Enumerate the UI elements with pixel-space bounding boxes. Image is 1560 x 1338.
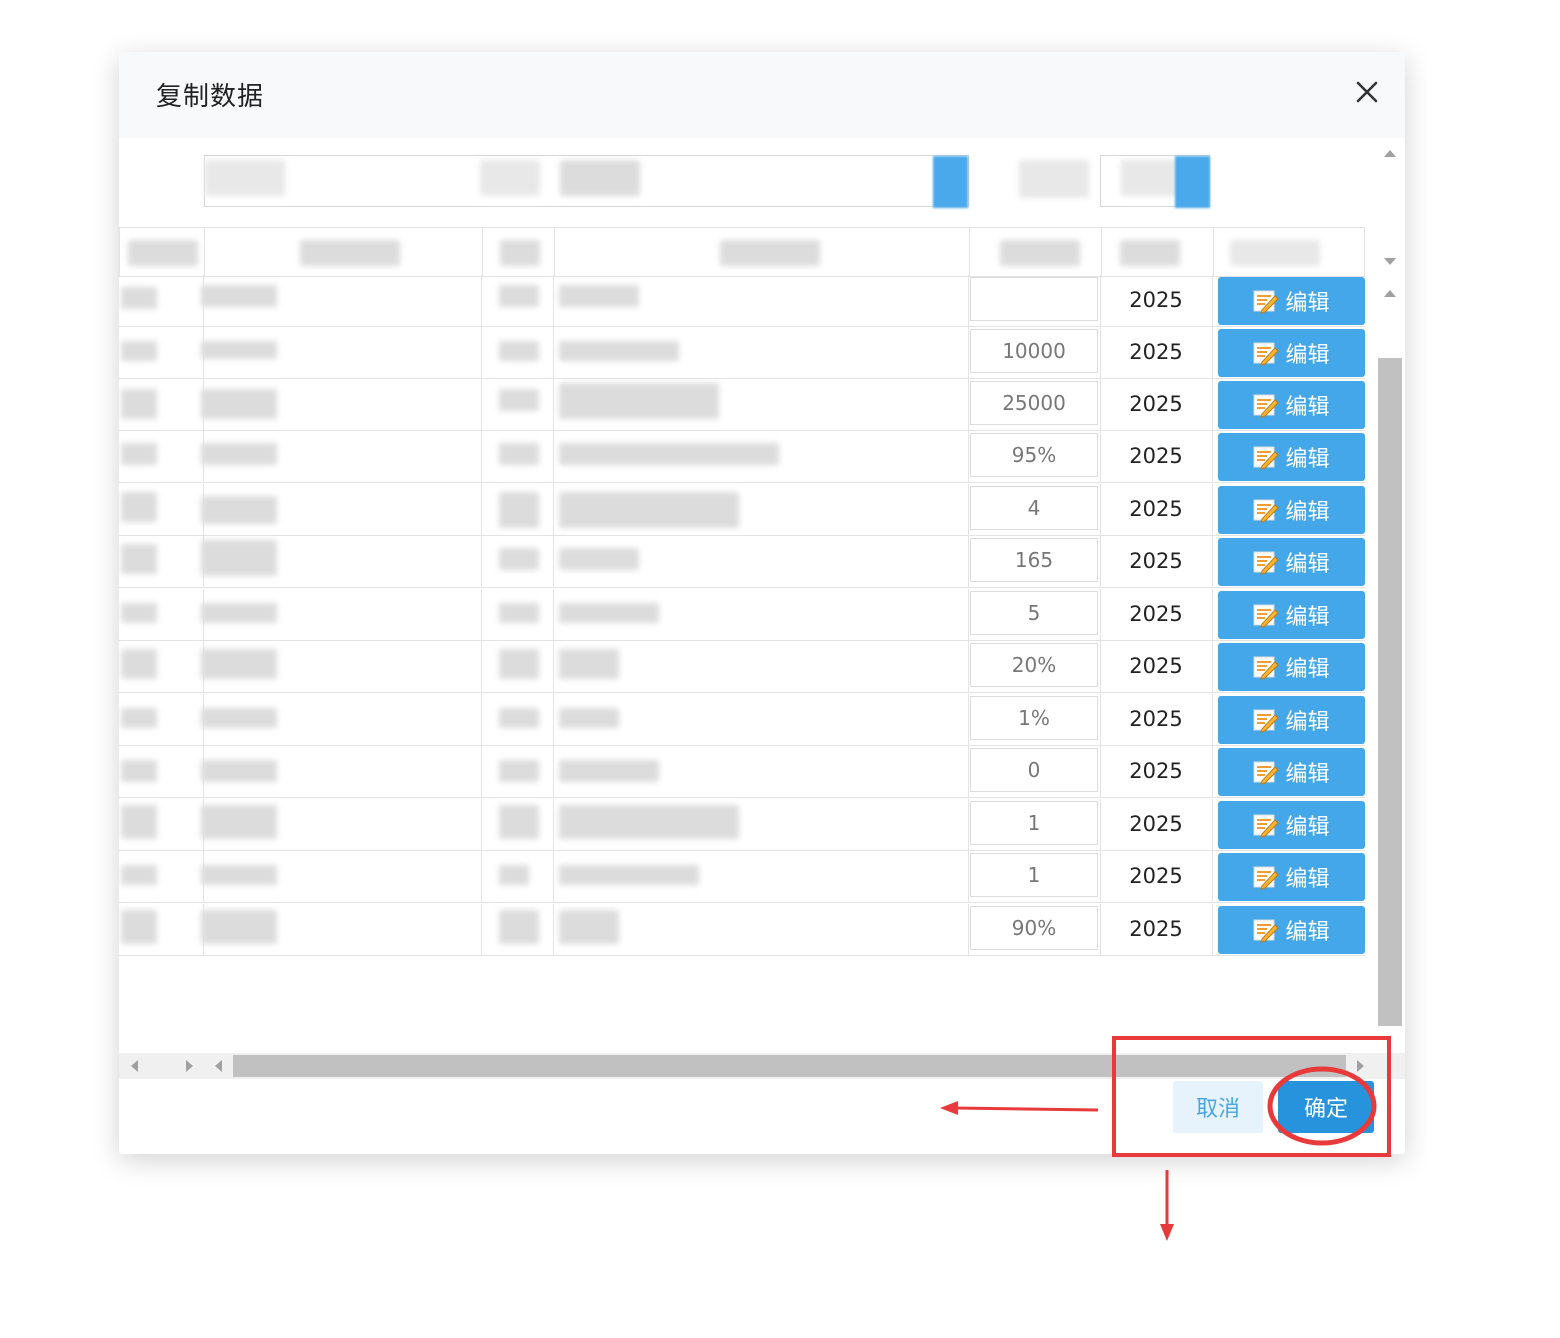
dialog-header: 复制数据 — [119, 52, 1405, 138]
table-row: 90% 2025 编辑 — [119, 904, 1365, 956]
edit-button[interactable]: 编辑 — [1218, 906, 1365, 954]
year-cell: 2025 — [1129, 549, 1183, 573]
edit-button-label: 编辑 — [1285, 815, 1330, 840]
year-cell: 2025 — [1129, 497, 1183, 521]
value-field[interactable]: 1% — [970, 696, 1098, 740]
edit-button-label: 编辑 — [1285, 291, 1330, 316]
edit-icon — [1253, 709, 1280, 733]
year-cell: 2025 — [1129, 392, 1183, 416]
edit-button-label: 编辑 — [1285, 920, 1330, 945]
filter-select[interactable] — [1100, 155, 1210, 208]
table-row: 4 2025 编辑 — [119, 484, 1365, 536]
edit-button-label: 编辑 — [1285, 500, 1330, 525]
year-cell: 2025 — [1129, 340, 1183, 364]
year-cell: 2025 — [1129, 864, 1183, 888]
dialog-title: 复制数据 — [156, 82, 265, 112]
confirm-button[interactable]: 确定 — [1278, 1081, 1374, 1133]
table-row: 20% 2025 编辑 — [119, 641, 1365, 693]
edit-button[interactable]: 编辑 — [1218, 277, 1365, 325]
edit-button[interactable]: 编辑 — [1218, 643, 1365, 691]
table-row: 2025 编辑 — [119, 275, 1365, 327]
edit-button-label: 编辑 — [1285, 657, 1330, 682]
value-field[interactable]: 5 — [970, 591, 1098, 635]
edit-button-label: 编辑 — [1285, 447, 1330, 472]
value-field[interactable]: 25000 — [970, 381, 1098, 425]
edit-icon — [1253, 656, 1280, 680]
value-field[interactable]: 95% — [970, 433, 1098, 477]
value-field[interactable]: 20% — [970, 643, 1098, 687]
horizontal-scroll-thumb[interactable] — [233, 1055, 1346, 1077]
scroll-up-icon[interactable] — [1384, 290, 1396, 297]
scroll-right-icon[interactable] — [186, 1060, 193, 1072]
copy-data-dialog: 复制数据 2025 编辑 10000 2025 编辑 25000 2025 编辑… — [119, 52, 1405, 1154]
edit-button[interactable]: 编辑 — [1218, 433, 1365, 481]
table-row: 5 2025 编辑 — [119, 589, 1365, 641]
table-row: 95% 2025 编辑 — [119, 431, 1365, 483]
edit-button[interactable]: 编辑 — [1218, 381, 1365, 429]
table-row: 1 2025 编辑 — [119, 851, 1365, 903]
annotation-arrow-down-head — [1160, 1224, 1174, 1241]
edit-button-label: 编辑 — [1285, 605, 1330, 630]
edit-button[interactable]: 编辑 — [1218, 696, 1365, 744]
table-row: 1 2025 编辑 — [119, 799, 1365, 851]
value-field[interactable]: 1 — [970, 853, 1098, 897]
edit-button-label: 编辑 — [1285, 867, 1330, 892]
value-field[interactable]: 10000 — [970, 329, 1098, 373]
year-cell: 2025 — [1129, 812, 1183, 836]
scroll-right-icon[interactable] — [1357, 1060, 1364, 1072]
edit-button[interactable]: 编辑 — [1218, 853, 1365, 901]
edit-icon — [1253, 814, 1280, 838]
value-field[interactable]: 90% — [970, 906, 1098, 950]
edit-button[interactable]: 编辑 — [1218, 591, 1365, 639]
table-row: 165 2025 编辑 — [119, 536, 1365, 588]
scroll-left-icon[interactable] — [215, 1060, 222, 1072]
edit-icon — [1253, 290, 1280, 314]
edit-button[interactable]: 编辑 — [1218, 538, 1365, 586]
edit-button[interactable]: 编辑 — [1218, 801, 1365, 849]
value-field[interactable] — [970, 277, 1098, 321]
edit-button-label: 编辑 — [1285, 762, 1330, 787]
edit-icon — [1253, 499, 1280, 523]
close-icon[interactable] — [1349, 74, 1385, 110]
edit-icon — [1253, 394, 1280, 418]
edit-button-label: 编辑 — [1285, 395, 1330, 420]
scroll-down-icon[interactable] — [1384, 258, 1396, 265]
edit-button[interactable]: 编辑 — [1218, 486, 1365, 534]
year-cell: 2025 — [1129, 707, 1183, 731]
cancel-button[interactable]: 取消 — [1173, 1081, 1263, 1133]
filter-field[interactable] — [204, 155, 969, 208]
value-field[interactable]: 165 — [970, 538, 1098, 582]
edit-icon — [1253, 446, 1280, 470]
scroll-left-icon[interactable] — [131, 1060, 138, 1072]
table-row: 0 2025 编辑 — [119, 746, 1365, 798]
edit-button-label: 编辑 — [1285, 710, 1330, 735]
dialog-footer: 取消 确定 — [119, 1079, 1405, 1154]
table-row: 1% 2025 编辑 — [119, 694, 1365, 746]
year-cell: 2025 — [1129, 654, 1183, 678]
edit-button[interactable]: 编辑 — [1218, 748, 1365, 796]
edit-icon — [1253, 919, 1280, 943]
edit-button-label: 编辑 — [1285, 552, 1330, 577]
edit-button[interactable]: 编辑 — [1218, 329, 1365, 377]
vertical-scroll-thumb[interactable] — [1378, 358, 1402, 1026]
value-field[interactable]: 1 — [970, 801, 1098, 845]
scroll-up-icon[interactable] — [1384, 150, 1396, 157]
edit-icon — [1253, 551, 1280, 575]
grid-header — [119, 227, 1365, 277]
edit-icon — [1253, 866, 1280, 890]
dialog-body: 2025 编辑 10000 2025 编辑 25000 2025 编辑 95% 2025 编辑 4 20… — [119, 138, 1405, 1098]
edit-icon — [1253, 761, 1280, 785]
year-cell: 2025 — [1129, 917, 1183, 941]
year-cell: 2025 — [1129, 288, 1183, 312]
table-row: 25000 2025 编辑 — [119, 379, 1365, 431]
edit-icon — [1253, 342, 1280, 366]
value-field[interactable]: 0 — [970, 748, 1098, 792]
table-row: 10000 2025 编辑 — [119, 327, 1365, 379]
year-cell: 2025 — [1129, 759, 1183, 783]
edit-icon — [1253, 604, 1280, 628]
value-field[interactable]: 4 — [970, 486, 1098, 530]
year-cell: 2025 — [1129, 444, 1183, 468]
edit-button-label: 编辑 — [1285, 343, 1330, 368]
year-cell: 2025 — [1129, 602, 1183, 626]
